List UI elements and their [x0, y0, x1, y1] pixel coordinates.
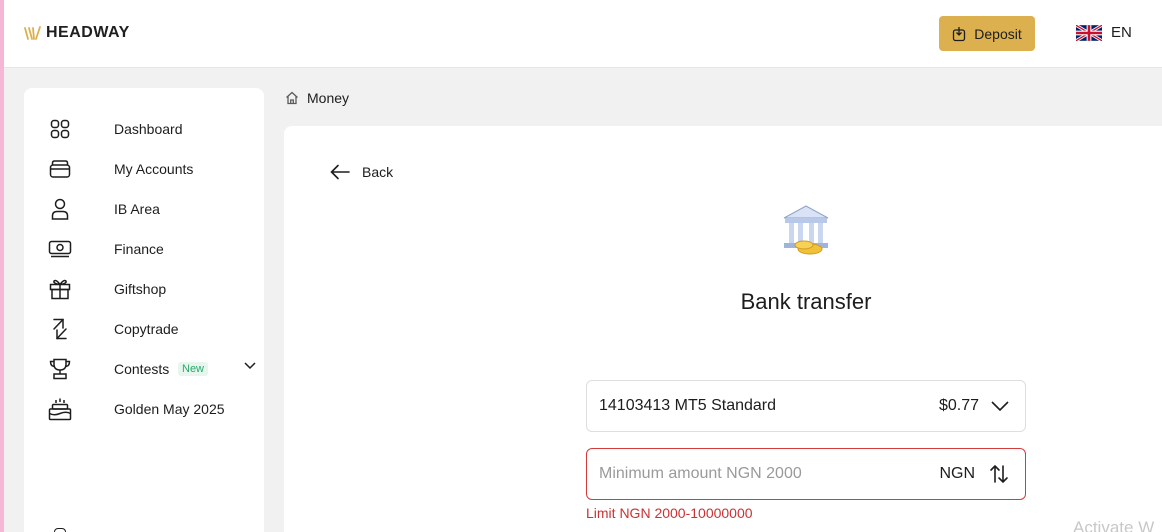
gift-icon: [48, 277, 72, 301]
deposit-label: Deposit: [974, 25, 1022, 42]
sidebar-item-finance[interactable]: Finance: [48, 235, 248, 263]
sidebar-item-label: Golden May 2025: [114, 401, 225, 417]
sidebar-item-contests[interactable]: Contests New: [48, 355, 256, 383]
limit-error-text: Limit NGN 2000-10000000: [586, 505, 753, 521]
activation-watermark: Activate W: [1073, 518, 1155, 532]
dashboard-grid-icon: [48, 117, 72, 141]
swap-currency-button[interactable]: [989, 464, 1009, 484]
sidebar-item-copytrade[interactable]: Copytrade: [48, 315, 248, 343]
home-icon[interactable]: [285, 91, 299, 105]
cake-icon: [48, 397, 72, 421]
sidebar-item-label: Dashboard: [114, 121, 183, 137]
trophy-icon: [48, 357, 72, 381]
user-icon: [48, 197, 72, 221]
sidebar-item-golden-may[interactable]: Golden May 2025: [48, 395, 248, 423]
brand-name: HEADWAY: [46, 24, 130, 41]
breadcrumb: Money: [285, 90, 349, 106]
bank-illustration: [783, 205, 829, 255]
swap-arrows-icon: [990, 464, 1008, 484]
breadcrumb-current[interactable]: Money: [307, 90, 349, 106]
account-label: 14103413 MT5 Standard: [599, 397, 777, 414]
sidebar-item-giftshop[interactable]: Giftshop: [48, 275, 248, 303]
copy-arrows-icon: [48, 317, 72, 341]
money-icon: [48, 237, 72, 261]
account-balance: $0.77: [938, 397, 979, 414]
sidebar-item-label: Copytrade: [114, 321, 179, 337]
chevron-down-icon[interactable]: [244, 362, 256, 370]
arrow-left-icon: [330, 164, 350, 180]
deposit-icon: [953, 26, 966, 41]
sidebar-item-label: Giftshop: [114, 281, 167, 297]
new-badge: New: [178, 362, 209, 376]
back-button[interactable]: Back: [330, 164, 393, 180]
headway-logo[interactable]: HEADWAY: [24, 24, 130, 42]
page-title: Bank transfer: [740, 289, 872, 314]
sidebar-item-my-accounts[interactable]: My Accounts: [48, 155, 248, 183]
uk-flag-icon: [1076, 24, 1102, 41]
headway-logo-icon: [24, 26, 41, 40]
sidebar-item-label: Contests: [114, 361, 170, 377]
sidebar-item-label: Finance: [114, 241, 164, 257]
window-left-edge: [0, 0, 4, 532]
language-selector[interactable]: EN: [1076, 24, 1132, 41]
sidebar: Dashboard My Accounts IB Area Finance Gi…: [24, 88, 264, 532]
main-card: Back Bank transfer 14103413 MT5 Standard…: [284, 126, 1162, 532]
language-label: EN: [1111, 24, 1132, 41]
top-header: HEADWAY Deposit EN: [4, 0, 1162, 68]
amount-input[interactable]: [599, 465, 899, 483]
currency-label: NGN: [939, 465, 975, 482]
account-select[interactable]: 14103413 MT5 Standard $0.77: [586, 380, 1026, 432]
wallet-icon: [48, 157, 72, 181]
sidebar-item-dashboard[interactable]: Dashboard: [48, 115, 248, 143]
sidebar-item-ib-area[interactable]: IB Area: [48, 195, 248, 223]
sidebar-item-cutoff-icon: [54, 528, 66, 532]
deposit-button[interactable]: Deposit: [939, 16, 1035, 51]
amount-field[interactable]: NGN: [586, 448, 1026, 500]
back-label: Back: [362, 164, 394, 180]
sidebar-item-label: My Accounts: [114, 161, 194, 177]
sidebar-item-label: IB Area: [114, 201, 160, 217]
chevron-down-icon: [991, 401, 1009, 411]
